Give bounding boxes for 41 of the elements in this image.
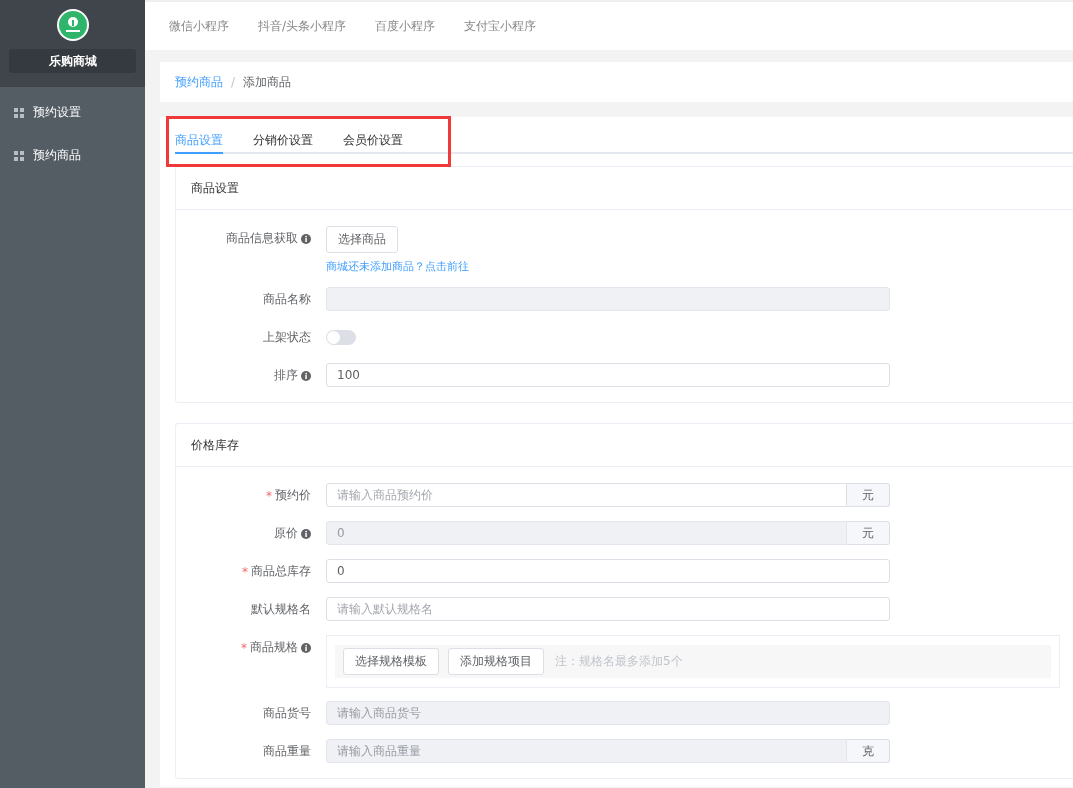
input-field[interactable]: 请输入默认规格名 <box>326 597 890 621</box>
required-mark: * <box>241 640 247 655</box>
settings-tab[interactable]: 会员价设置 <box>343 127 403 154</box>
breadcrumb-current: 添加商品 <box>243 73 292 91</box>
grid-icon <box>14 107 24 118</box>
spec-button[interactable]: 添加规格项目 <box>448 648 544 675</box>
field-label: 商品货号 <box>263 705 311 722</box>
required-mark: * <box>266 488 272 503</box>
input-field[interactable]: 请输入商品预约价 <box>326 483 847 507</box>
unit-suffix: 元 <box>847 521 890 545</box>
platform-tab[interactable]: 支付宝小程序 <box>464 17 537 35</box>
section-title: 价格库存 <box>191 436 239 454</box>
platform-tab[interactable]: 抖音/头条小程序 <box>258 17 347 35</box>
field-label: 商品总库存 <box>251 563 311 580</box>
field-label: 默认规格名 <box>251 601 311 618</box>
field-label: 商品规格 <box>250 639 298 656</box>
platform-tab[interactable]: 微信小程序 <box>169 17 229 35</box>
field-label: 商品名称 <box>263 291 311 308</box>
field-label: 排序 <box>274 367 298 384</box>
spec-button[interactable]: 选择规格模板 <box>343 648 439 675</box>
select-product-button[interactable]: 选择商品 <box>326 226 398 253</box>
breadcrumb-separator: / <box>231 75 236 89</box>
section-title: 商品设置 <box>191 179 239 197</box>
platform-tab[interactable]: 百度小程序 <box>375 17 436 35</box>
toggle-switch[interactable] <box>326 330 356 345</box>
shop-name: 乐购商城 <box>9 49 136 73</box>
input-field[interactable]: 0 <box>326 559 890 583</box>
field-label: 预约价 <box>275 487 311 504</box>
settings-tab[interactable]: 分销价设置 <box>253 127 313 154</box>
required-mark: * <box>242 564 248 579</box>
field-label: 商品重量 <box>263 743 311 760</box>
input-field[interactable]: 100 <box>326 363 890 387</box>
grid-icon <box>14 150 24 161</box>
field-label: 上架状态 <box>263 329 311 346</box>
field-label: 原价 <box>274 525 298 542</box>
unit-suffix: 元 <box>847 483 890 507</box>
unit-suffix: 克 <box>847 739 890 763</box>
shop-logo-icon <box>56 9 89 41</box>
sidebar-item[interactable]: 预约商品 <box>0 134 145 177</box>
field-label: 商品信息获取 <box>226 230 298 247</box>
sidebar-item[interactable]: 预约设置 <box>0 91 145 134</box>
